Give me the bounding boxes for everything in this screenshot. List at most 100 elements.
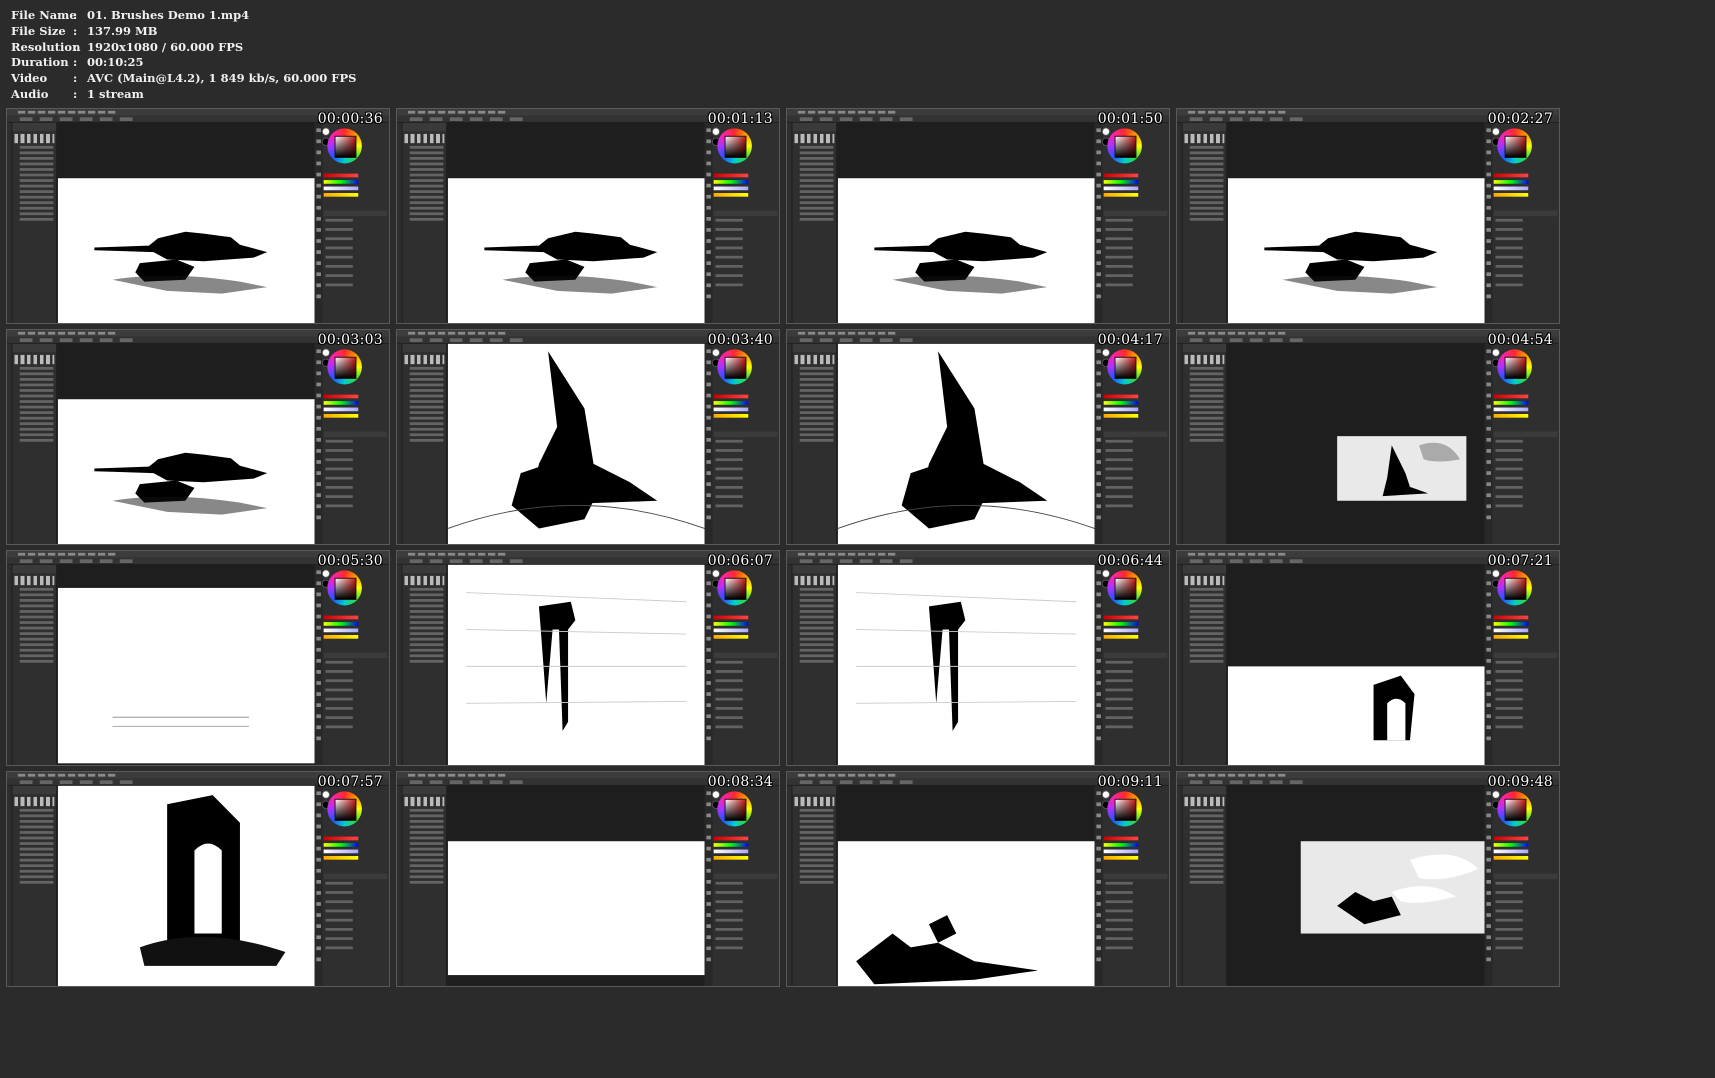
color-slider[interactable] [713,849,749,854]
layer-row[interactable] [715,937,743,940]
layer-row[interactable] [1105,928,1133,931]
brushes-panel-tabs[interactable] [12,785,57,795]
right-panels[interactable] [1094,122,1169,323]
brush-preset-item[interactable] [1189,201,1224,205]
brush-preset-item[interactable] [19,378,54,381]
video-thumbnail[interactable]: 00:07:21 [1176,550,1560,766]
brush-preset-item[interactable] [799,438,834,442]
panel-icon-strip[interactable] [1094,564,1103,765]
brush-preset-item[interactable] [19,438,54,442]
color-slider[interactable] [1493,407,1529,412]
brush-preset-item[interactable] [1189,615,1224,619]
layers-panel-header[interactable] [323,210,388,217]
color-slider[interactable] [323,401,359,405]
brush-preset-item[interactable] [1189,206,1224,210]
brush-tips-row[interactable] [404,133,445,144]
brush-preset-item[interactable] [409,366,444,370]
brush-preset-item[interactable] [1189,145,1224,149]
layers-panel-header[interactable] [323,431,388,438]
canvas-area[interactable] [1227,343,1485,544]
layer-row[interactable] [325,283,353,287]
brush-preset-item[interactable] [799,814,834,818]
layer-row[interactable] [1105,467,1133,471]
layer-row[interactable] [325,476,353,480]
brush-preset-item[interactable] [19,383,54,387]
brush-preset-item[interactable] [19,416,54,420]
layer-row[interactable] [1495,449,1523,452]
brushes-panel-tabs[interactable] [1182,785,1227,795]
layer-row[interactable] [1495,679,1523,683]
color-slider[interactable] [1103,401,1139,405]
layer-row[interactable] [325,716,353,719]
brush-preset-item[interactable] [19,587,54,591]
layer-row[interactable] [1105,265,1133,268]
brush-tips-row[interactable] [404,796,445,807]
brush-preset-item[interactable] [19,400,54,403]
video-thumbnail[interactable]: 00:07:57 [6,771,390,987]
color-slider[interactable] [1103,628,1139,633]
brush-preset-item[interactable] [799,659,834,663]
color-slider[interactable] [1103,836,1139,841]
layer-row[interactable] [325,467,353,471]
brush-preset-item[interactable] [19,162,54,166]
brush-preset-item[interactable] [1189,654,1224,658]
color-slider[interactable] [713,394,749,399]
layer-row[interactable] [715,265,743,268]
brush-preset-item[interactable] [19,654,54,658]
layer-row[interactable] [1495,237,1523,241]
brush-preset-item[interactable] [19,411,54,414]
brush-preset-item[interactable] [19,372,54,376]
layer-row[interactable] [1105,246,1133,250]
color-slider[interactable] [323,414,359,418]
brush-preset-item[interactable] [19,217,54,221]
brush-preset-item[interactable] [19,206,54,210]
brush-preset-item[interactable] [799,411,834,414]
color-slider[interactable] [1103,193,1139,197]
color-slider[interactable] [1493,414,1529,418]
document-canvas[interactable] [837,178,1095,323]
layer-row[interactable] [1105,679,1133,683]
layer-row[interactable] [1495,439,1523,443]
brush-preset-item[interactable] [799,599,834,602]
layer-row[interactable] [325,900,353,904]
color-wheel[interactable] [717,349,752,385]
video-thumbnail[interactable]: 00:01:50 [786,108,1170,324]
layer-row[interactable] [1495,265,1523,268]
canvas-area[interactable] [447,564,705,765]
layer-row[interactable] [715,688,743,692]
document-canvas[interactable] [1337,436,1467,501]
right-panels[interactable] [1484,564,1559,765]
brushes-panel[interactable] [1182,343,1228,544]
brush-preset-item[interactable] [409,626,444,630]
brush-preset-item[interactable] [799,632,834,635]
color-wheel[interactable] [1497,570,1532,606]
brush-preset-item[interactable] [19,820,54,823]
layer-row[interactable] [1495,891,1523,894]
layer-row[interactable] [715,918,743,922]
layer-row[interactable] [715,228,743,231]
brush-preset-item[interactable] [19,610,54,613]
brush-preset-item[interactable] [799,825,834,829]
brush-preset-item[interactable] [19,593,54,597]
brush-preset-item[interactable] [19,814,54,818]
brush-preset-item[interactable] [19,168,54,171]
color-slider[interactable] [1103,622,1139,626]
brush-preset-item[interactable] [1189,151,1224,155]
color-slider[interactable] [323,193,359,197]
brush-preset-item[interactable] [799,394,834,398]
brush-preset-item[interactable] [1189,659,1224,663]
layer-row[interactable] [325,937,353,940]
brush-preset-item[interactable] [799,372,834,376]
layer-row[interactable] [1105,909,1133,913]
brush-preset-item[interactable] [409,654,444,658]
brushes-panel[interactable] [792,343,838,544]
color-wheel[interactable] [717,570,752,606]
layer-row[interactable] [325,697,353,701]
layer-row[interactable] [1495,697,1523,701]
brush-preset-item[interactable] [19,836,54,840]
right-panels[interactable] [314,122,389,323]
color-slider[interactable] [1103,843,1139,847]
brush-preset-item[interactable] [799,842,834,845]
brush-preset-item[interactable] [1189,400,1224,403]
foreground-color-swatch[interactable] [1101,569,1111,578]
